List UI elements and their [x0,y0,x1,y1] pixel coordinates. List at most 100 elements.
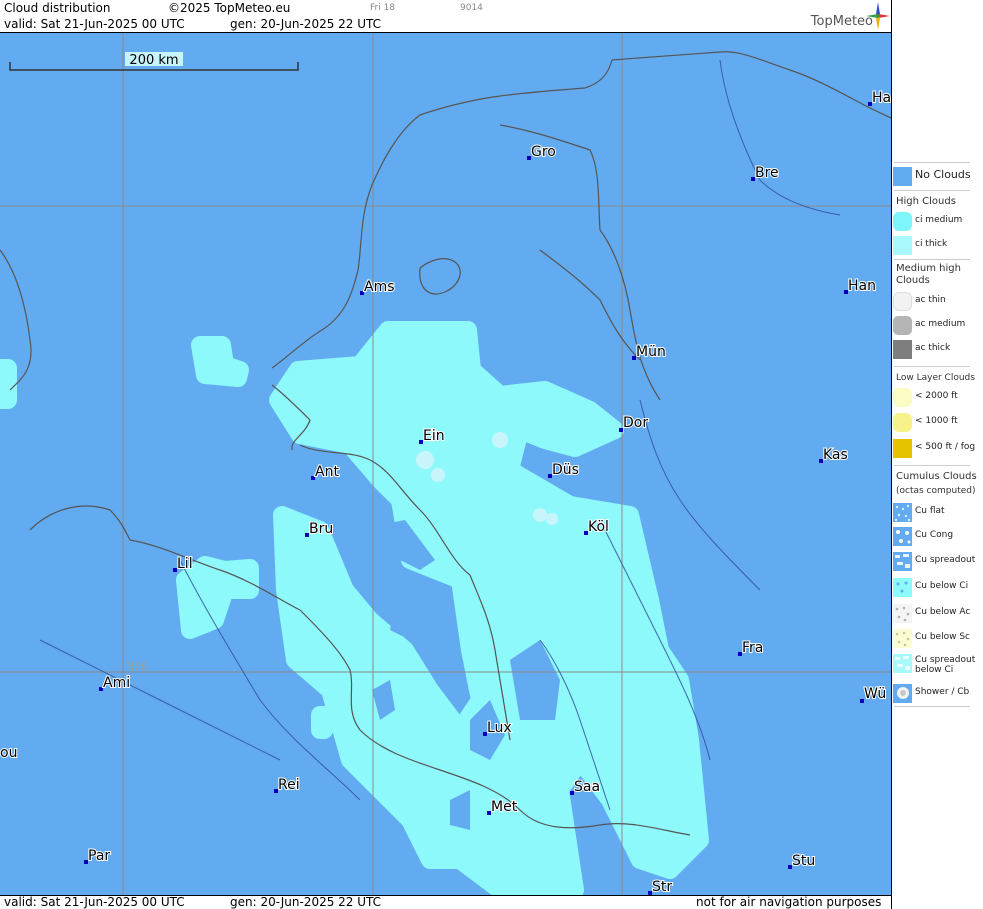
legend-section-title: High Clouds [896,196,956,207]
map-title: Cloud distribution [4,1,111,15]
legend-ci-thick: ci thick [892,234,982,256]
ac-medium-swatch [893,316,912,335]
legend-label: Cu spreadout [915,555,976,565]
legend-low-1000: < 1000 ft [892,411,982,433]
copyright-text: ©2025 TopMeteo.eu [168,1,291,15]
legend-label: Cu below Ci [915,581,969,591]
ci-thick-swatch [893,236,912,255]
legend-ac-medium: ac medium [892,314,982,336]
cu-flat-swatch [893,503,912,522]
legend-label: ac medium [915,319,966,329]
city-label: Düs [552,462,579,478]
ac-thick-swatch [893,340,912,359]
cu-below-sc-swatch [893,629,912,648]
legend-no-clouds: No Clouds [892,165,982,187]
city-label: Str [652,879,672,895]
legend-low-500: < 500 ft / fog [892,437,982,459]
legend-label: Cu flat [915,506,945,516]
legend-ac-thin: ac thin [892,290,982,312]
legend-cu-below-ac: Cu below Ac [892,602,982,624]
legend-label: ac thin [915,295,946,305]
cu-below-ci-swatch [893,578,912,597]
map-footer: valid: Sat 21-Jun-2025 00 UTC gen: 20-Ju… [0,895,891,909]
legend-label: ci medium [915,215,963,225]
city-label: ou [0,745,17,761]
legend-label: ac thick [915,343,951,353]
city-label: Rei [278,777,300,793]
city-label: Saa [574,779,600,795]
low-500-swatch [893,439,912,458]
legend-label: Cu Cong [915,530,954,540]
legend-section-title: Low Layer Clouds [896,373,975,383]
city-label: Mün [636,344,666,360]
run-code: 9014 [460,3,483,13]
legend-label: < 1000 ft [915,416,958,426]
brand-name: TopMeteo [810,14,873,29]
city-label: Ami [103,675,130,691]
city-label: Ams [364,279,395,295]
legend-cu-below-ci: Cu below Ci [892,576,982,598]
city-label: Ha [872,90,891,106]
legend-cu-spreadout: Cu spreadout [892,550,982,572]
disclaimer: not for air navigation purposes [696,895,882,909]
city-label: Ant [315,464,339,480]
legend-label: < 500 ft / fog [915,442,976,452]
cu-spreadout-below-ci-swatch [893,654,912,673]
ci-medium-swatch [893,212,912,231]
valid-time: valid: Sat 21-Jun-2025 00 UTC [4,17,185,31]
legend-shower-cb: Shower / Cb [892,682,982,704]
legend-label: Cu spreadout below Ci [915,655,976,675]
city-label: Bru [309,521,333,537]
legend-section-subtitle: (octas computed) [896,486,976,496]
city-label: Stu [792,853,815,869]
legend-label: Shower / Cb [915,687,970,697]
cu-cong-swatch [893,527,912,546]
legend-label: ci thick [915,239,948,249]
cu-below-ac-swatch [893,604,912,623]
legend-divider [894,162,970,163]
city-label: Lil [177,556,193,572]
city-label: Bre [755,165,779,181]
legend-ac-thick: ac thick [892,338,982,360]
legend-divider [894,366,970,367]
legend-label: Cu below Ac [915,607,971,617]
low-1000-swatch [893,413,912,432]
city-label: Ein [423,428,445,444]
city-label: Wü [864,686,886,702]
legend-cu-spreadout-below-ci: Cu spreadout below Ci [892,652,982,680]
ac-thin-swatch [893,292,912,311]
city-label: Fra [742,640,763,656]
legend-divider [894,190,970,191]
city-label: Dor [623,415,648,431]
city-label: Han [848,278,876,294]
no-clouds-swatch [893,167,912,186]
legend-label: Cu below Sc [915,632,970,642]
map-header: Cloud distribution ©2025 TopMeteo.eu Fri… [0,0,891,33]
shower-cb-swatch [893,684,912,703]
city-label: Kas [823,447,848,463]
city-label: Köl [588,519,609,535]
generated-time: gen: 20-Jun-2025 22 UTC [230,17,382,31]
run-day: Fri 18 [370,3,396,13]
scale-label: 200 km [129,53,178,68]
legend-section-title: Medium high Clouds [896,263,961,286]
low-2000-swatch [893,388,912,407]
footer-valid-time: valid: Sat 21-Jun-2025 00 UTC [4,895,185,909]
legend-label: < 2000 ft [915,391,958,401]
legend-divider [894,706,970,707]
legend-low-2000: < 2000 ft [892,386,982,408]
map-canvas: N50 200 km Ha Gro Bre Ams Han Mün Ein Do… [0,33,891,895]
legend-divider [894,259,970,260]
graticule-label: N50 [126,660,148,673]
legend-panel: No Clouds High Clouds ci medium ci thick… [891,0,983,909]
city-label: Lux [487,720,512,736]
compass-logo-icon [866,2,890,30]
legend-divider [894,465,970,466]
legend-section-title: Cumulus Clouds [896,471,977,482]
cloud-map[interactable]: N50 200 km Ha Gro Bre Ams Han Mün Ein Do… [0,33,891,895]
city-label: Gro [531,144,556,160]
legend-cu-flat: Cu flat [892,501,982,523]
city-label: Met [491,799,518,815]
legend-cu-cong: Cu Cong [892,525,982,547]
legend-ci-medium: ci medium [892,210,982,232]
